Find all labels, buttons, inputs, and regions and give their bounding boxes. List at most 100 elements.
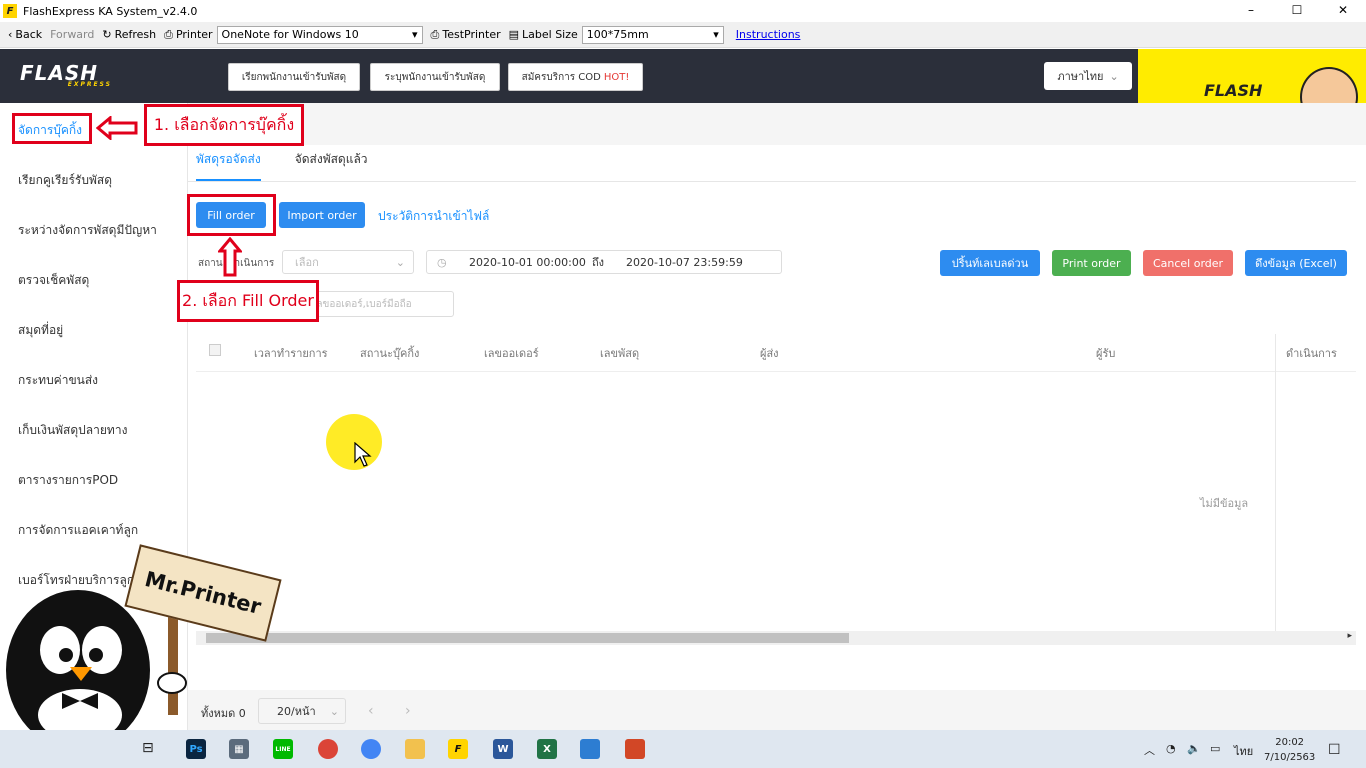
back-button[interactable]: ‹ Back	[8, 28, 42, 41]
tab-shipped[interactable]: จัดส่งพัสดุแล้ว	[295, 150, 368, 181]
horizontal-scrollbar[interactable]: ▸	[196, 631, 1356, 645]
screen-recorder-icon[interactable]	[625, 739, 645, 759]
scroll-right-icon[interactable]: ▸	[1347, 631, 1352, 641]
import-order-button[interactable]: Import order	[279, 202, 365, 228]
line-icon[interactable]: LINE	[273, 739, 293, 759]
browser-toolbar: ‹ Back Forward ↻ Refresh ⎙ Printer OneNote …	[0, 22, 1366, 48]
cod-signup-button[interactable]: สมัครบริการ COD HOT!	[508, 63, 643, 91]
caret-down-icon: ▾	[713, 28, 719, 41]
clock[interactable]: 20:02 7/10/2563	[1264, 735, 1315, 765]
volume-icon[interactable]: 🔈	[1187, 742, 1201, 755]
file-explorer-icon[interactable]	[405, 739, 425, 759]
label-size-select[interactable]: 100*75mm ▾	[581, 25, 724, 44]
caret-down-icon: ▾	[412, 28, 418, 41]
table-header: เวลาทำรายการ สถานะบุ๊คกิ้ง เลขออเดอร์ เล…	[196, 334, 1356, 372]
date-to[interactable]: 2020-10-07 23:59:59	[626, 256, 743, 269]
banner-logo: FLASH	[1204, 81, 1263, 100]
task-view-icon[interactable]: ⊟	[142, 740, 154, 756]
refresh-button[interactable]: ↻ Refresh	[102, 28, 156, 41]
hot-badge: HOT!	[603, 71, 630, 83]
photos-icon[interactable]	[580, 739, 600, 759]
maximize-button[interactable]: ☐	[1274, 0, 1320, 22]
mouse-cursor-icon	[354, 442, 372, 467]
prev-page-button[interactable]: ‹	[368, 703, 374, 719]
date-to-label: ถึง	[592, 256, 605, 269]
arrow-left-icon	[96, 116, 138, 140]
sidebar-item-shipping-fees[interactable]: กระทบค่าขนส่ง	[18, 371, 98, 390]
column-header: เวลาทำรายการ	[254, 347, 328, 360]
call-courier-label: เรียกพนักงานเข้ารับพัสดุ	[241, 71, 347, 83]
export-excel-button[interactable]: ดึงข้อมูล (Excel)	[1245, 250, 1347, 276]
flash-logo[interactable]: FLASH EXPRESS	[20, 61, 112, 91]
arrow-up-icon	[218, 237, 242, 277]
date-range-picker[interactable]: ◷ 2020-10-01 00:00:00 ถึง 2020-10-07 23:…	[426, 250, 782, 274]
fixed-column-divider	[1275, 334, 1276, 634]
printer-select[interactable]: OneNote for Windows 10 ▾	[216, 25, 423, 44]
step2-callout: 2. เลือก Fill Order	[177, 280, 319, 322]
chevron-left-icon: ‹	[8, 28, 13, 41]
excel-icon[interactable]: X	[537, 739, 557, 759]
printer-label: ⎙ Printer	[164, 28, 212, 42]
import-history-link[interactable]: ประวัติการนำเข้าไฟล์	[378, 207, 489, 226]
page-size-select[interactable]: 20/หน้า ⌄	[258, 698, 346, 724]
column-header: เลขออเดอร์	[484, 347, 539, 360]
battery-icon[interactable]: ▭	[1210, 742, 1220, 755]
call-courier-button[interactable]: เรียกพนักงานเข้ารับพัสดุ	[228, 63, 360, 91]
date-from[interactable]: 2020-10-01 00:00:00	[469, 256, 586, 269]
cod-signup-label: สมัครบริการ COD	[521, 71, 601, 83]
column-header: ผู้ส่ง	[760, 347, 779, 360]
clock-icon: ◷	[437, 255, 447, 269]
forward-label: Forward	[50, 28, 95, 41]
print-order-button[interactable]: Print order	[1052, 250, 1131, 276]
notification-icon[interactable]: ☐	[1328, 742, 1341, 758]
sidebar-item-cod[interactable]: เก็บเงินพัสดุปลายทาง	[18, 421, 127, 440]
assign-courier-button[interactable]: ระบุพนักงานเข้ารับพัสดุ	[370, 63, 500, 91]
tabs-divider	[188, 181, 1356, 182]
cancel-order-button[interactable]: Cancel order	[1143, 250, 1233, 276]
refresh-icon: ↻	[102, 28, 112, 41]
tab-pending[interactable]: พัสดุรอจัดส่ง	[196, 150, 261, 181]
wifi-icon[interactable]: ◔	[1166, 742, 1176, 755]
sidebar-item-problem-parcels[interactable]: ระหว่างจัดการพัสดุมีปัญหา	[18, 221, 157, 240]
sidebar-item-address-book[interactable]: สมุดที่อยู่	[18, 321, 63, 340]
clock-time: 20:02	[1275, 737, 1305, 748]
column-header: สถานะบุ๊คกิ้ง	[360, 347, 420, 360]
status-filter-select[interactable]: เลือก ⌄	[282, 250, 414, 274]
photoshop-icon[interactable]: Ps	[186, 739, 206, 759]
sidebar-item-pod[interactable]: ตารางรายการPOD	[18, 471, 118, 490]
total-count: ทั้งหมด 0	[201, 707, 246, 720]
label-size-label: ▤ Label Size	[509, 28, 578, 41]
sidebar-item-sub-accounts[interactable]: การจัดการแอคเคาท์ลูก	[18, 521, 138, 540]
minimize-button[interactable]: –	[1228, 0, 1274, 22]
chevron-up-icon[interactable]: ︿	[1144, 742, 1155, 758]
chrome-profile-icon[interactable]	[361, 739, 381, 759]
label-icon: ▤	[508, 28, 520, 41]
sidebar-item-call-courier[interactable]: เรียกคูเรียร์รับพัสดุ	[18, 171, 112, 190]
flashexpress-app-icon[interactable]: F	[448, 739, 468, 759]
test-printer-label: TestPrinter	[442, 28, 501, 41]
back-label: Back	[15, 28, 43, 41]
empty-state-text: ไม่มีข้อมูล	[1200, 497, 1249, 510]
printer-select-value: OneNote for Windows 10	[221, 28, 359, 41]
label-size-value: 100*75mm	[586, 28, 649, 41]
forward-button[interactable]: Forward	[50, 28, 94, 41]
print-urgent-label-button[interactable]: ปริ้นท์เลเบลด่วน	[940, 250, 1040, 276]
scrollbar-thumb[interactable]	[206, 633, 849, 643]
step1-callout: 1. เลือกจัดการบุ๊คกิ้ง	[144, 104, 304, 146]
printer-icon: ⎙	[164, 27, 173, 41]
word-icon[interactable]: W	[493, 739, 513, 759]
instructions-link[interactable]: Instructions	[736, 28, 801, 41]
close-button[interactable]: ✕	[1320, 0, 1366, 22]
tab-bar: พัสดุรอจัดส่ง จัดส่งพัสดุแล้ว	[196, 150, 368, 181]
calculator-icon[interactable]: ▦	[229, 739, 249, 759]
language-select[interactable]: ภาษาไทย ⌄	[1044, 62, 1132, 90]
column-header: ดำเนินการ	[1286, 347, 1337, 360]
chrome-icon[interactable]	[318, 739, 338, 759]
test-printer-button[interactable]: ⎙ TestPrinter	[431, 28, 501, 42]
window-title: FlashExpress KA System_v2.4.0	[23, 4, 198, 18]
input-language[interactable]: ไทย	[1234, 742, 1253, 760]
sidebar-item-check-parcels[interactable]: ตรวจเช็คพัสดุ	[18, 271, 89, 290]
select-all-checkbox[interactable]	[209, 344, 221, 356]
next-page-button[interactable]: ›	[405, 703, 411, 719]
printer-label-text: Printer	[175, 28, 213, 41]
